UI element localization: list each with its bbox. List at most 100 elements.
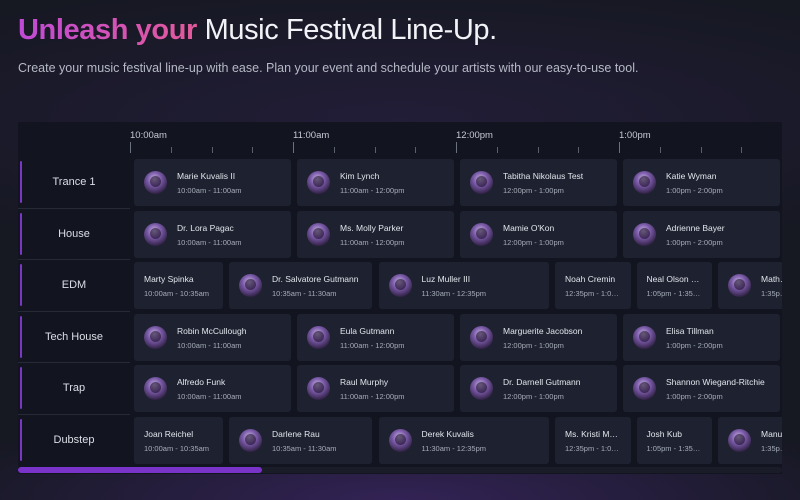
- stage-divider: [18, 362, 130, 363]
- artist-slot[interactable]: Marty Spinka 10:00am - 10:35am: [134, 262, 224, 309]
- artist-time: 11:00am - 12:00pm: [340, 340, 405, 350]
- artist-name: Tabitha Nikolaus Test: [503, 171, 584, 181]
- artist-avatar: [633, 171, 656, 194]
- ruler-tick: [741, 147, 743, 153]
- stage-divider: [18, 413, 130, 415]
- artist-slot[interactable]: Dr. Lora Pagac 10:00am - 11:00am: [134, 210, 291, 258]
- artist-time: 1:35p…: [761, 289, 782, 298]
- artist-name: Adrienne Bayer: [666, 222, 725, 233]
- stage-label: House: [18, 210, 130, 258]
- horizontal-scrollbar[interactable]: [18, 467, 782, 473]
- ruler-tick: [333, 147, 335, 153]
- artist-name: Eula Gutmann: [340, 325, 395, 336]
- artist-time: 10:35am - 11:30am: [272, 443, 337, 453]
- artist-slot[interactable]: Adrienne Bayer 1:00pm - 2:00pm: [623, 210, 780, 258]
- artist-time: 10:35am - 11:30am: [272, 289, 337, 298]
- ruler-tick: [374, 147, 376, 153]
- hour-label: 11:00am: [293, 130, 330, 141]
- artist-slot[interactable]: Neal Olson … 1:05pm - 1:35…: [636, 262, 713, 309]
- ruler-tick: [456, 142, 457, 153]
- ruler-tick: [659, 147, 661, 153]
- artist-slot[interactable]: Marie Kuvalis II 10:00am - 11:00am: [134, 159, 291, 206]
- artist-name: Mamie O'Kon: [503, 222, 555, 233]
- artist-name: Dr. Salvatore Gutmann: [272, 274, 359, 284]
- artist-slot[interactable]: Robin McCullough 10:00am - 11:00am: [134, 313, 291, 361]
- artist-name: Noah Cremin: [565, 274, 616, 284]
- artist-name: Elisa Tillman: [666, 325, 714, 336]
- artist-name: Robin McCullough: [177, 325, 247, 336]
- artist-slot[interactable]: Shannon Wiegand-Ritchie 1:00pm - 2:00pm: [623, 365, 780, 412]
- artist-time: 1:00pm - 2:00pm: [666, 186, 723, 195]
- page-title: Unleash your Music Festival Line-Up.: [18, 12, 497, 48]
- artist-time: 12:00pm - 1:00pm: [503, 186, 564, 195]
- artist-slot[interactable]: Josh Kub 1:05pm - 1:35…: [636, 416, 713, 464]
- artist-name: Alfredo Funk: [177, 377, 226, 387]
- artist-slot[interactable]: Manu… 1:35p…: [718, 416, 782, 464]
- artist-time: 1:00pm - 2:00pm: [666, 392, 723, 401]
- artist-time: 11:00am - 12:00pm: [340, 237, 405, 247]
- ruler-tick: [293, 142, 294, 153]
- artist-time: 12:00pm - 1:00pm: [503, 340, 564, 350]
- page-title-highlight: Unleash your: [18, 14, 197, 46]
- artist-time: 10:00am - 10:35am: [144, 443, 210, 453]
- artist-slot[interactable]: Katie Wyman 1:00pm - 2:00pm: [623, 159, 780, 206]
- artist-slot[interactable]: Ms. Molly Parker 11:00am - 12:00pm: [297, 210, 454, 258]
- ruler-tick: [211, 147, 213, 153]
- artist-avatar: [307, 325, 330, 349]
- ruler-tick: [619, 142, 620, 153]
- artist-name: Katie Wyman: [666, 171, 717, 181]
- page-title-rest: Music Festival Line-Up.: [196, 14, 498, 46]
- artist-name: Raul Murphy: [340, 377, 389, 387]
- artist-slot[interactable]: Ms. Kristi M… 12:35pm - 1:0…: [555, 416, 631, 464]
- artist-slot[interactable]: Dr. Salvatore Gutmann 10:35am - 11:30am: [229, 262, 373, 309]
- ruler-tick: [496, 147, 498, 153]
- artist-time: 10:00am - 11:00am: [177, 392, 242, 401]
- artist-avatar: [388, 428, 412, 452]
- hour-label: 12:00pm: [456, 130, 493, 141]
- artist-time: 10:00am - 10:35am: [144, 289, 210, 298]
- stage-divider: [18, 310, 130, 312]
- artist-avatar: [470, 377, 493, 400]
- stage-label: Tech House: [18, 313, 130, 361]
- artist-slot[interactable]: Alfredo Funk 10:00am - 11:00am: [134, 365, 291, 412]
- artist-slot[interactable]: Dr. Darnell Gutmann 12:00pm - 1:00pm: [460, 365, 617, 412]
- artist-slot[interactable]: Raul Murphy 11:00am - 12:00pm: [297, 365, 454, 412]
- artist-slot[interactable]: Math… 1:35p…: [718, 262, 782, 309]
- artist-slot[interactable]: Darlene Rau 10:35am - 11:30am: [229, 416, 373, 464]
- stage-label: Trance 1: [18, 158, 130, 206]
- artist-slot[interactable]: Marguerite Jacobson 12:00pm - 1:00pm: [460, 313, 617, 361]
- lineup-timeline[interactable]: 10:00am11:00am12:00pm1:00pm2:00pm Trance…: [18, 122, 782, 474]
- stage-label: EDM: [18, 261, 130, 309]
- artist-slot[interactable]: Derek Kuvalis 11:30am - 12:35pm: [378, 416, 550, 464]
- artist-time: 1:05pm - 1:35…: [646, 289, 701, 298]
- artist-time: 12:00pm - 1:00pm: [503, 237, 564, 247]
- artist-time: 1:00pm - 2:00pm: [666, 237, 723, 247]
- hour-label: 1:00pm: [619, 130, 651, 141]
- stage-label: Dubstep: [18, 416, 130, 464]
- artist-time: 12:00pm - 1:00pm: [503, 392, 564, 401]
- artist-time: 1:35p…: [761, 443, 782, 453]
- artist-name: Neal Olson …: [646, 274, 700, 284]
- artist-time: 1:05pm - 1:35…: [646, 443, 701, 453]
- artist-name: Josh Kub: [646, 428, 682, 439]
- ruler-tick: [537, 147, 539, 153]
- ruler-tick: [252, 147, 254, 153]
- artist-slot[interactable]: Joan Reichel 10:00am - 10:35am: [134, 416, 224, 464]
- artist-slot[interactable]: Elisa Tillman 1:00pm - 2:00pm: [623, 313, 780, 361]
- artist-slot[interactable]: Noah Cremin 12:35pm - 1:0…: [555, 262, 631, 309]
- artist-avatar: [633, 377, 656, 400]
- artist-slot[interactable]: Kim Lynch 11:00am - 12:00pm: [297, 159, 454, 206]
- artist-slot[interactable]: Eula Gutmann 11:00am - 12:00pm: [297, 313, 454, 361]
- artist-avatar: [144, 222, 167, 246]
- artist-name: Math…: [761, 274, 782, 284]
- ruler-tick: [170, 147, 172, 153]
- artist-avatar: [633, 325, 656, 349]
- artist-time: 1:00pm - 2:00pm: [666, 340, 723, 350]
- scrollbar-thumb[interactable]: [18, 467, 263, 473]
- artist-slot[interactable]: Tabitha Nikolaus Test 12:00pm - 1:00pm: [460, 159, 617, 206]
- artist-avatar: [388, 274, 412, 297]
- artist-slot[interactable]: Luz Muller III 11:30am - 12:35pm: [378, 262, 550, 309]
- artist-slot[interactable]: Mamie O'Kon 12:00pm - 1:00pm: [460, 210, 617, 258]
- ruler-tick: [700, 147, 702, 153]
- artist-time: 11:30am - 12:35pm: [421, 289, 486, 298]
